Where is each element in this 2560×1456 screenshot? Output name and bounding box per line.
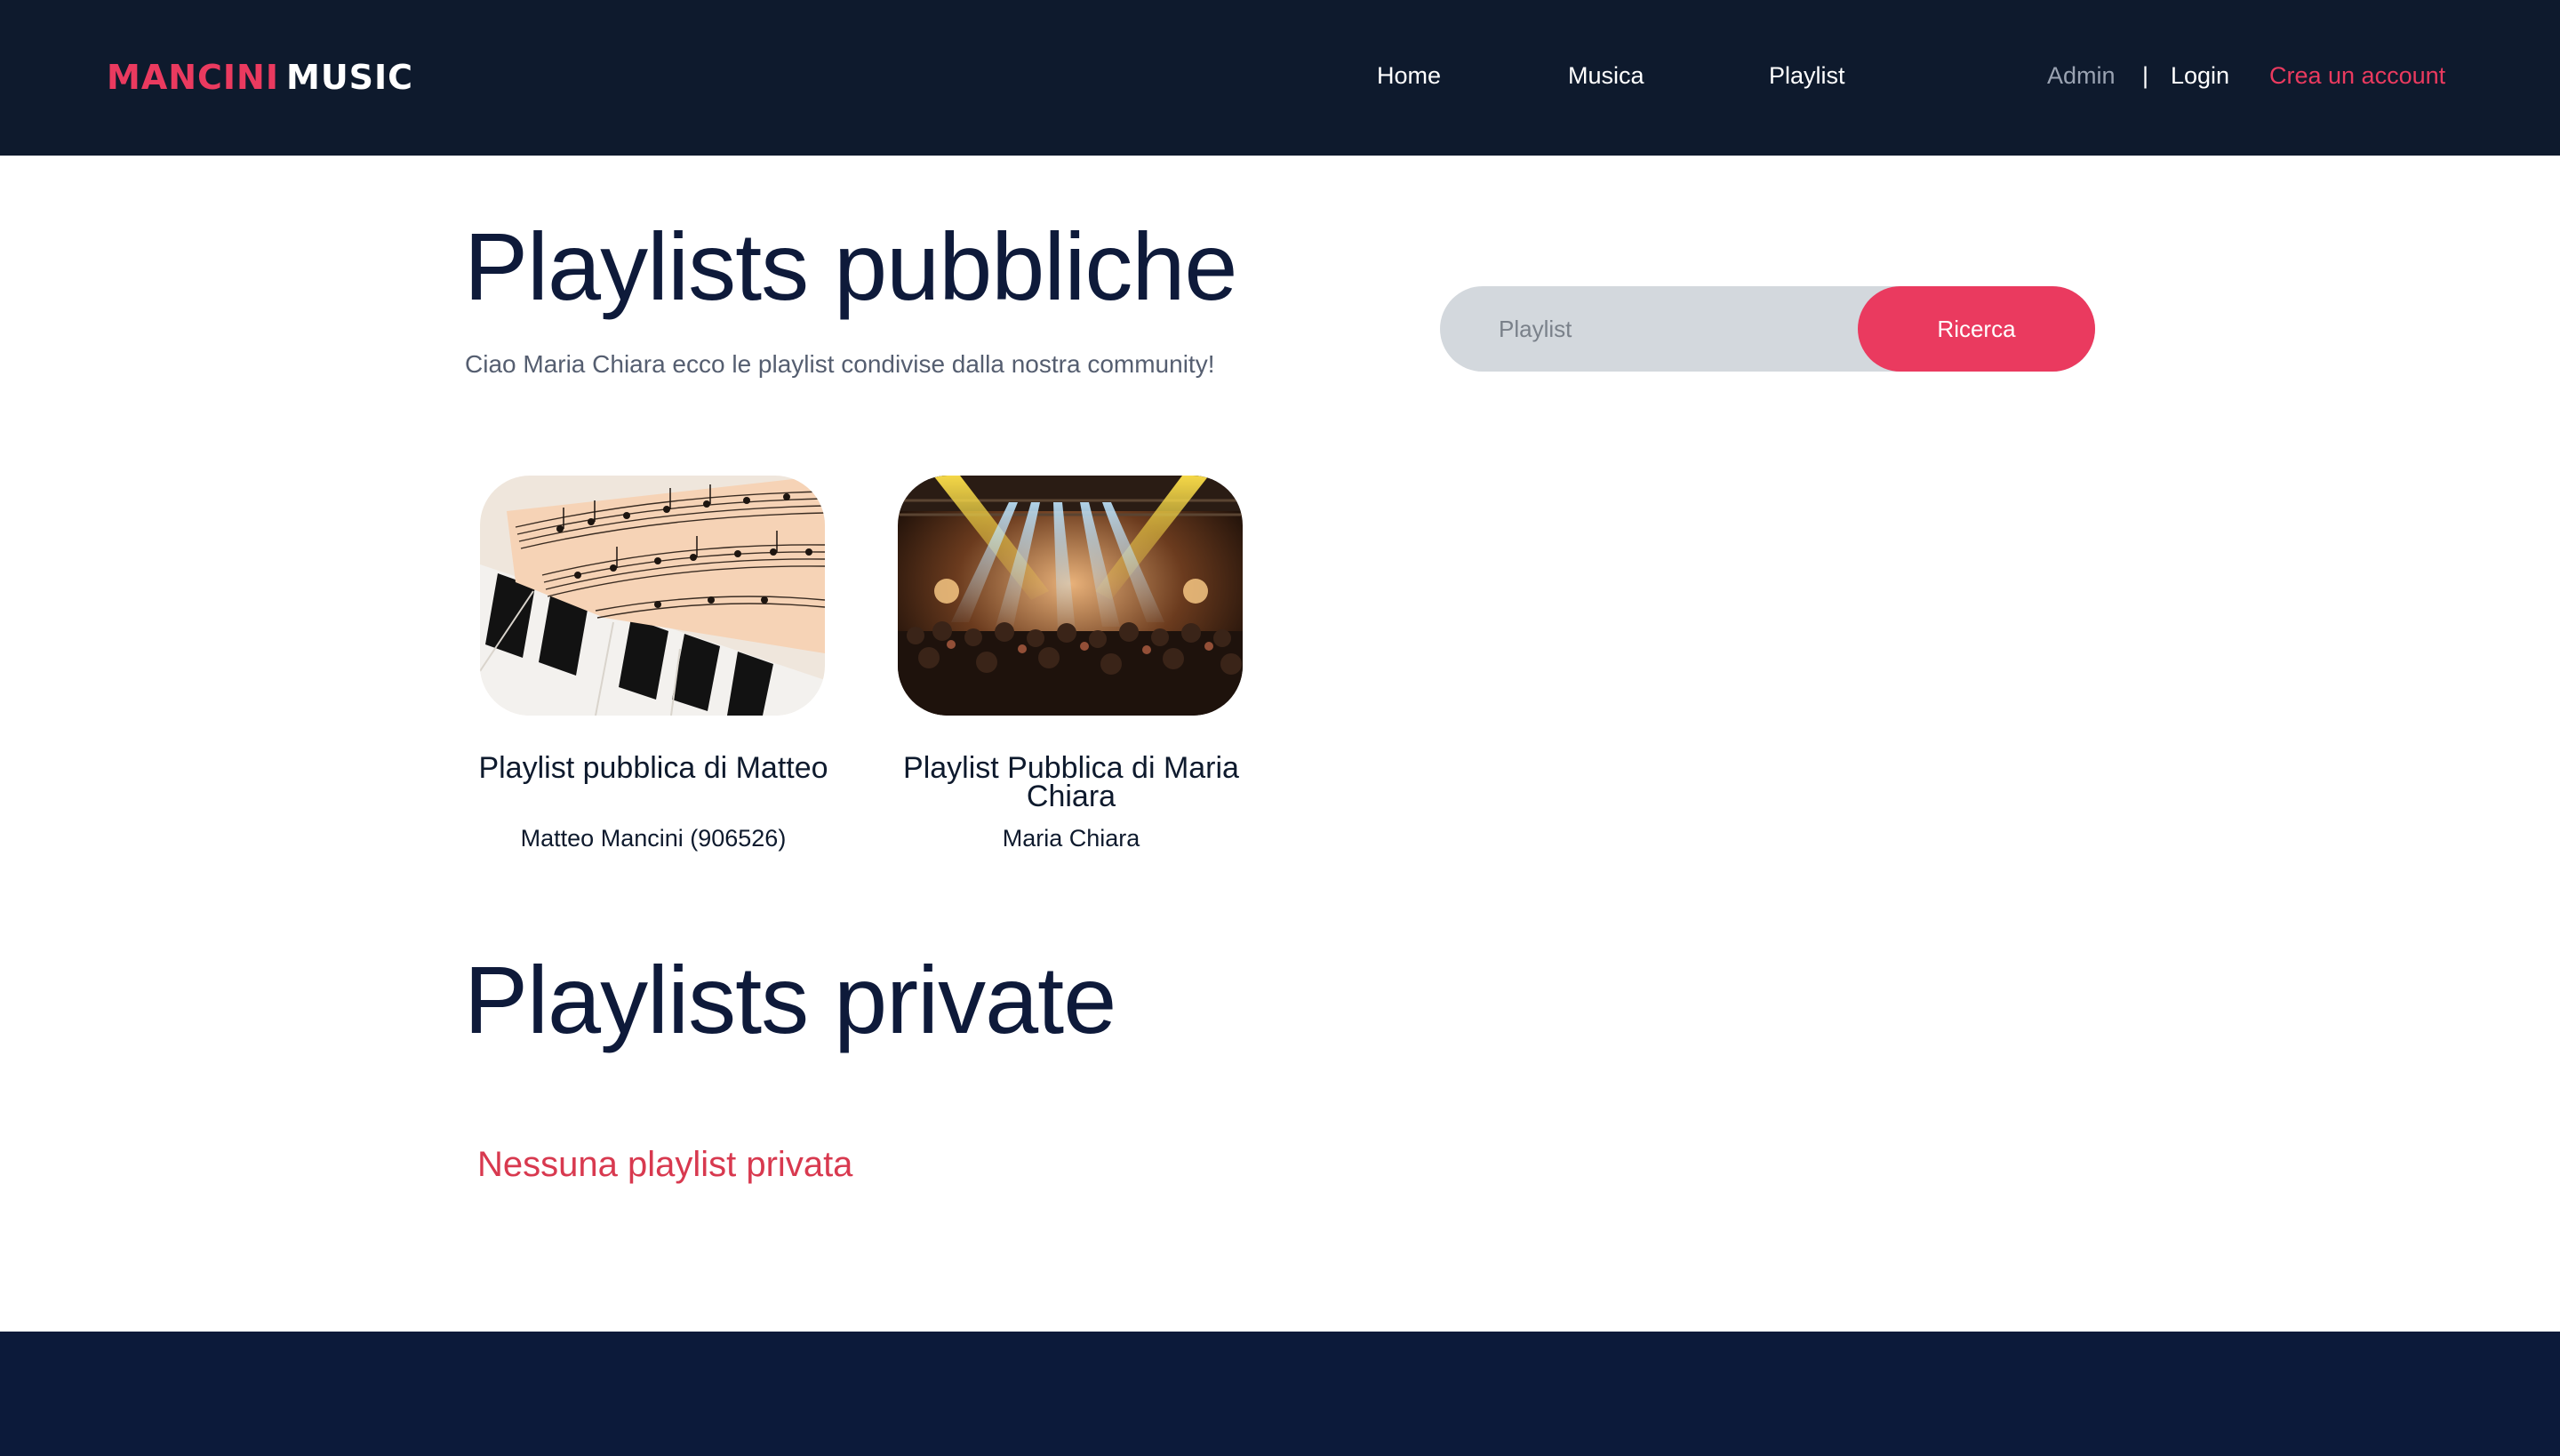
playlist-card[interactable]: Playlist pubblica di Matteo Matteo Manci… <box>478 476 828 858</box>
playlist-card[interactable]: Playlist Pubblica di Maria Chiara Maria … <box>898 476 1244 858</box>
top-navbar: MANCINI MUSIC Home Musica Playlist Admin … <box>0 0 2560 156</box>
no-private-playlists-message: Nessuna playlist privata <box>477 1145 853 1184</box>
page-footer <box>0 1332 2560 1456</box>
playlist-card-title[interactable]: Playlist pubblica di Matteo <box>462 753 844 783</box>
brand-logo-part1: MANCINI <box>107 58 279 97</box>
private-playlists-title: Playlists private <box>464 946 1116 1053</box>
nav-link-musica[interactable]: Musica <box>1568 59 1644 92</box>
playlist-card-title[interactable]: Playlist Pubblica di Maria Chiara <box>880 753 1262 812</box>
public-playlists-subtitle: Ciao Maria Chiara ecco le playlist condi… <box>465 350 1215 378</box>
playlist-card-owner: Matteo Mancini (906526) <box>520 825 787 852</box>
sheet-music-piano-image <box>480 476 825 716</box>
nav-link-playlist[interactable]: Playlist <box>1769 59 1845 92</box>
login-link[interactable]: Login <box>2171 59 2229 92</box>
public-playlists-title: Playlists pubbliche <box>464 212 1237 320</box>
brand-logo-part2: MUSIC <box>286 58 414 97</box>
playlist-search-input[interactable] <box>1440 286 1858 372</box>
concert-crowd-image <box>898 476 1243 716</box>
nav-link-home[interactable]: Home <box>1377 59 1441 92</box>
create-account-link[interactable]: Crea un account <box>2269 59 2445 92</box>
brand-logo[interactable]: MANCINI MUSIC <box>107 55 413 100</box>
playlist-card-owner: Maria Chiara <box>1002 825 1140 852</box>
search-button[interactable]: Ricerca <box>1858 286 2095 372</box>
auth-separator: | <box>2142 62 2149 89</box>
playlist-search-form: Ricerca <box>1440 286 2095 372</box>
admin-link[interactable]: Admin <box>2047 59 2116 92</box>
